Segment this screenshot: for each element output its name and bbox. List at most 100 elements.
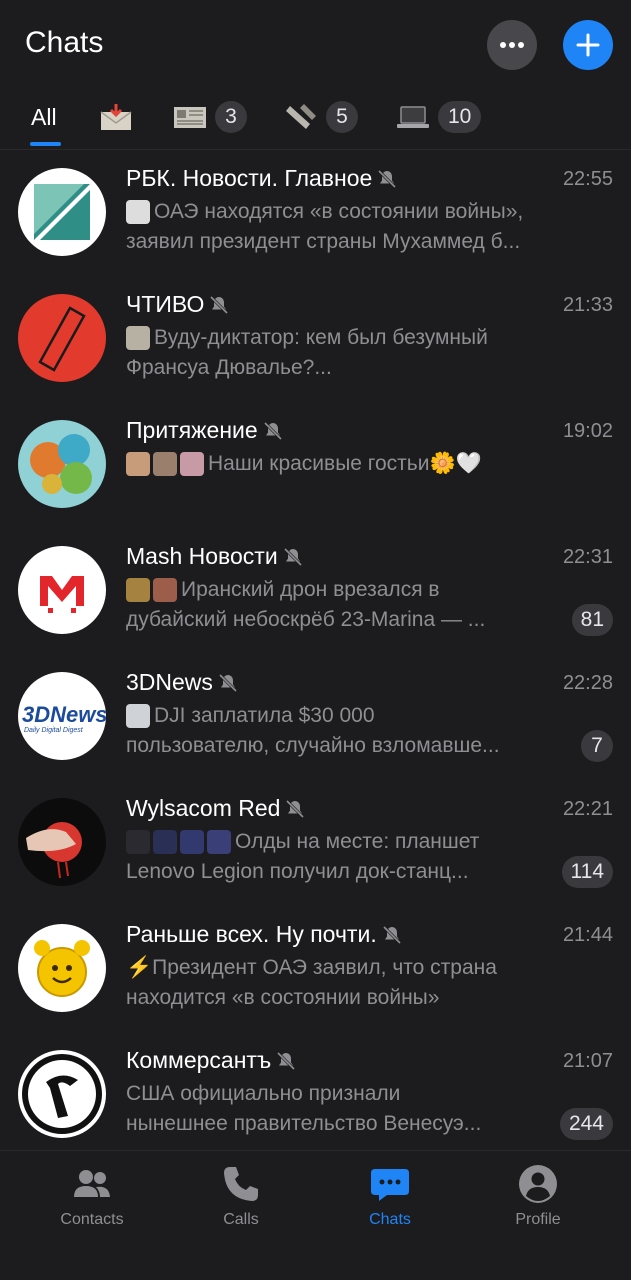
photo-thumbnail xyxy=(153,452,177,476)
avatar xyxy=(18,546,106,634)
profile-icon xyxy=(519,1165,557,1203)
more-button[interactable] xyxy=(487,20,537,70)
avatar: 3DNews Daily Digital Digest xyxy=(18,672,106,760)
chat-preview: Наши красивые гостьи🌼🤍 xyxy=(126,449,566,479)
folder-tab-scroll[interactable]: 5 xyxy=(284,92,358,142)
folder-tab-label: All xyxy=(31,103,57,130)
muted-bell-icon xyxy=(286,799,305,818)
chat-name: Wylsacom Red xyxy=(126,795,306,822)
rbk-logo-icon xyxy=(34,184,90,240)
chat-time: 19:02 xyxy=(562,420,613,442)
chat-row[interactable]: ЧТИВО 21:33 Вуду-диктатор: кем был безум… xyxy=(0,276,631,402)
muted-bell-icon xyxy=(277,1051,296,1070)
photo-thumbnail xyxy=(180,452,204,476)
chat-row[interactable]: Раньше всех. Ну почти. 21:44 ⚡Президент … xyxy=(0,906,631,1032)
chat-preview: Вуду-диктатор: кем был безумный Франсуа … xyxy=(126,326,488,379)
chat-time: 22:28 xyxy=(562,672,613,694)
ellipsis-icon xyxy=(500,42,524,48)
video-thumbnail xyxy=(126,830,150,854)
new-chat-button[interactable] xyxy=(563,20,613,70)
chat-time: 22:21 xyxy=(562,798,613,820)
tab-chats[interactable]: Chats xyxy=(325,1163,455,1229)
photo-thumbnail xyxy=(126,452,150,476)
chat-preview: DJI заплатила $30 000 пользователю, случ… xyxy=(126,704,500,757)
chat-name: РБК. Новости. Главное xyxy=(126,165,398,192)
header: Chats All 3 5 10 xyxy=(0,0,631,150)
laptop-icon xyxy=(397,106,429,128)
tab-profile[interactable]: Profile xyxy=(473,1163,603,1229)
tab-label: Calls xyxy=(223,1211,259,1228)
chat-preview: Иранский дрон врезался в дубайский небос… xyxy=(126,578,486,631)
chat-time: 22:55 xyxy=(562,168,613,190)
muted-bell-icon xyxy=(210,295,229,314)
folder-tab-news[interactable]: 3 xyxy=(173,92,247,142)
muted-bell-icon xyxy=(378,169,397,188)
chat-preview: ОАЭ находятся «в состоянии войны», заяви… xyxy=(126,200,524,253)
chat-name: ЧТИВО xyxy=(126,291,230,318)
inbox-icon xyxy=(100,104,132,130)
phone-icon xyxy=(224,1167,258,1201)
chat-time: 22:31 xyxy=(562,546,613,568)
chat-name: Коммерсантъ xyxy=(126,1047,297,1074)
chat-row[interactable]: 3DNews Daily Digital Digest 3DNews 22:28… xyxy=(0,654,631,780)
chat-name: 3DNews xyxy=(126,669,239,696)
unread-badge: 244 xyxy=(559,1108,613,1140)
3dnews-logo-icon: 3DNews Daily Digital Digest xyxy=(22,702,106,734)
chat-time: 21:44 xyxy=(562,924,613,946)
folder-count-badge: 10 xyxy=(438,101,482,133)
folder-tab-tech[interactable]: 10 xyxy=(396,92,482,142)
muted-bell-icon xyxy=(283,547,302,566)
chat-time: 21:07 xyxy=(562,1050,613,1072)
tab-contacts[interactable]: Contacts xyxy=(27,1163,157,1229)
chtivo-logo-icon xyxy=(38,306,86,372)
photo-thumbnail xyxy=(180,830,204,854)
chat-row[interactable]: РБК. Новости. Главное 22:55 ОАЭ находятс… xyxy=(0,150,631,276)
tab-label: Profile xyxy=(515,1211,561,1228)
unread-badge: 7 xyxy=(581,730,613,762)
chat-preview: США официально признали нынешнее правите… xyxy=(126,1082,482,1135)
svg-text:Daily Digital Digest: Daily Digital Digest xyxy=(24,727,84,734)
wylsacom-logo-icon xyxy=(26,822,82,879)
muted-bell-icon xyxy=(218,673,237,692)
folder-count-badge: 3 xyxy=(215,101,247,133)
chat-preview: Олды на месте: планшет Lenovo Legion пол… xyxy=(126,830,480,883)
folder-tab-inbox[interactable] xyxy=(99,92,133,142)
photo-thumbnail xyxy=(126,326,150,350)
chat-row[interactable]: Притяжение 19:02 Наши красивые гостьи🌼🤍 xyxy=(0,402,631,528)
avatar xyxy=(18,1050,106,1138)
tab-label: Chats xyxy=(369,1211,411,1228)
plus-icon xyxy=(576,33,600,57)
video-thumbnail xyxy=(153,578,177,602)
chat-row[interactable]: Mash Новости 22:31 Иранский дрон врезалс… xyxy=(0,528,631,654)
tab-bar: Contacts Calls Chats Profile xyxy=(0,1150,631,1280)
contacts-icon xyxy=(74,1170,110,1197)
chat-name: Раньше всех. Ну почти. xyxy=(126,921,403,948)
folder-tab-all[interactable]: All xyxy=(31,92,57,142)
folder-tabs: All 3 5 10 xyxy=(0,92,631,150)
tab-calls[interactable]: Calls xyxy=(176,1163,306,1229)
chat-name: Притяжение xyxy=(126,417,284,444)
video-thumbnail xyxy=(126,578,150,602)
active-folder-indicator xyxy=(30,142,61,146)
newspaper-icon xyxy=(174,107,206,128)
avatar xyxy=(18,924,106,1012)
chat-time: 21:33 xyxy=(562,294,613,316)
page-title: Chats xyxy=(25,26,104,59)
prityazhenie-logo-icon xyxy=(30,434,92,494)
video-thumbnail xyxy=(126,200,150,224)
unread-badge: 114 xyxy=(561,856,613,888)
chat-name: Mash Новости xyxy=(126,543,304,570)
unread-badge: 81 xyxy=(571,604,613,636)
avatar xyxy=(18,420,106,508)
muted-bell-icon xyxy=(263,421,282,440)
chat-row[interactable]: Wylsacom Red 22:21 Олды на месте: планше… xyxy=(0,780,631,906)
photo-thumbnail xyxy=(153,830,177,854)
avatar xyxy=(18,168,106,256)
svg-text:3DNews: 3DNews xyxy=(22,702,106,727)
alarm-clock-icon xyxy=(34,940,90,997)
chat-list[interactable]: РБК. Новости. Главное 22:55 ОАЭ находятс… xyxy=(0,150,631,1150)
chat-bubble-icon xyxy=(371,1169,409,1201)
chat-row[interactable]: Коммерсантъ 21:07 США официально признал… xyxy=(0,1032,631,1150)
tab-label: Contacts xyxy=(60,1211,124,1228)
folder-count-badge: 5 xyxy=(326,101,358,133)
